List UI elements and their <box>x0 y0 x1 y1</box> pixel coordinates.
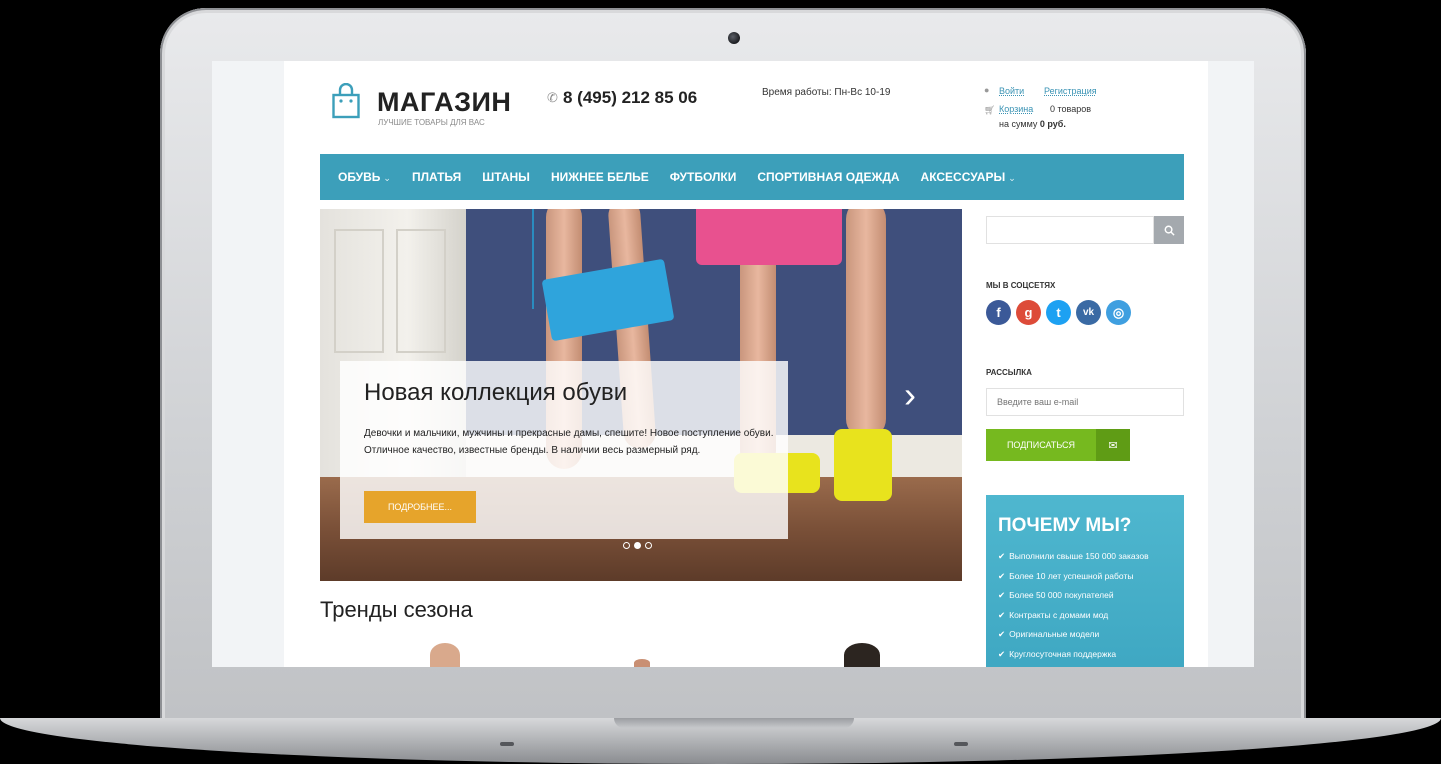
check-icon: ✔ <box>998 570 1006 581</box>
search-button[interactable] <box>1154 216 1184 244</box>
product-image[interactable] <box>634 659 650 667</box>
nav-item-label: СПОРТИВНАЯ ОДЕЖДА <box>757 170 900 184</box>
laptop-foot <box>500 742 514 746</box>
check-icon: ✔ <box>998 590 1006 601</box>
why-us-item: Круглосуточная поддержка <box>1009 648 1117 659</box>
list-item: ✔ Более 10 лет успешной работы <box>998 567 1149 587</box>
why-us-list: ✔ Выполнили свыше 150 000 заказов ✔ Более … <box>998 547 1149 665</box>
nav-item-label: ФУТБОЛКИ <box>669 170 737 184</box>
chevron-right-icon[interactable]: › <box>904 377 916 413</box>
why-us-item: Оригинальные модели <box>1009 629 1100 640</box>
search-icon <box>1164 225 1175 236</box>
camera-icon <box>728 32 740 44</box>
why-us-item: Более 10 лет успешной работы <box>1009 570 1134 581</box>
slide-image-pink-bag <box>696 209 842 265</box>
phone-number: 8 (495) 212 85 06 <box>563 88 698 107</box>
why-us-box: ПОЧЕМУ МЫ? ✔ Выполнили свыше 150 000 зака… <box>986 495 1184 667</box>
nav-item-pants[interactable]: ШТАНЫ <box>482 170 530 184</box>
slide-caption: Новая коллекция обуви Девочки и мальчики… <box>340 361 788 539</box>
check-icon: ✔ <box>998 648 1006 659</box>
nav-item-label: НИЖНЕЕ БЕЛЬЕ <box>550 170 649 184</box>
nav-item-dresses[interactable]: ПЛАТЬЯ <box>412 170 461 184</box>
laptop-foot <box>954 742 968 746</box>
slide-image-strap <box>532 209 534 309</box>
logo-subtitle: ЛУЧШИЕ ТОВАРЫ ДЛЯ ВАС <box>378 118 485 127</box>
twitter-icon[interactable]: t <box>1046 300 1071 325</box>
why-us-item: Более 50 000 покупателей <box>1009 590 1114 601</box>
list-item: ✔ Выполнили свыше 150 000 заказов <box>998 547 1149 567</box>
trends-title: Тренды сезона <box>320 597 473 622</box>
slider-dots <box>623 542 652 549</box>
slide-title: Новая коллекция обуви <box>364 379 628 406</box>
social-heading: МЫ В СОЦСЕТЯХ <box>986 281 1056 290</box>
login-link[interactable]: Войти <box>999 86 1024 96</box>
chevron-down-icon: ⌄ <box>383 173 391 183</box>
nav-item-accessories[interactable]: АКСЕССУАРЫ ⌄ <box>921 170 1016 184</box>
why-us-item: Контракты с домами мод <box>1009 609 1109 620</box>
cart-sum-value: 0 руб. <box>1039 119 1066 129</box>
slider-dot-active[interactable] <box>634 542 641 549</box>
list-item: ✔ Более 50 000 покупателей <box>998 586 1149 606</box>
more-button[interactable]: ПОДРОБНЕЕ... <box>364 491 476 523</box>
cart-sum: на сумму 0 руб. <box>999 119 1066 129</box>
slide-image-shoe <box>834 429 892 501</box>
user-icon: ● <box>984 85 990 95</box>
nav-item-tshirts[interactable]: ФУТБОЛКИ <box>670 170 737 184</box>
vk-icon[interactable]: vk <box>1076 300 1101 325</box>
facebook-icon[interactable]: f <box>986 300 1011 325</box>
check-icon: ✔ <box>998 629 1006 640</box>
search-input[interactable] <box>986 216 1154 244</box>
slider-dot[interactable] <box>645 542 652 549</box>
email-field[interactable] <box>986 388 1184 416</box>
subscribe-button[interactable]: ПОДПИСАТЬСЯ ✉ <box>986 429 1130 461</box>
envelope-icon: ✉ <box>1096 429 1130 461</box>
newsletter-heading: РАССЫЛКА <box>986 368 1032 377</box>
subscribe-label: ПОДПИСАТЬСЯ <box>1006 440 1076 450</box>
list-item: ✔ Оригинальные модели <box>998 625 1149 645</box>
phone-icon: ✆ <box>547 90 558 105</box>
google-plus-icon[interactable]: g <box>1016 300 1041 325</box>
hero-slider[interactable]: Новая коллекция обуви Девочки и мальчики… <box>320 209 962 581</box>
list-item: ✔ Контракты с домами мод <box>998 606 1149 626</box>
working-hours: Время работы: Пн-Вс 10-19 <box>762 87 891 98</box>
register-link[interactable]: Регистрация <box>1044 86 1097 96</box>
product-image[interactable] <box>430 643 460 667</box>
nav-item-label: ПЛАТЬЯ <box>411 170 462 184</box>
web-page: МАГАЗИН ЛУЧШИЕ ТОВАРЫ ДЛЯ ВАС ✆ 8 (495) … <box>284 61 1208 667</box>
laptop-notch <box>614 718 854 728</box>
logo-title[interactable]: МАГАЗИН <box>377 87 511 118</box>
nav-item-underwear[interactable]: НИЖНЕЕ БЕЛЬЕ <box>551 170 649 184</box>
nav-item-shoes[interactable]: ОБУВЬ ⌄ <box>338 170 391 184</box>
cart-count: 0 товаров <box>1050 104 1092 114</box>
why-us-item: Выполнили свыше 150 000 заказов <box>1009 551 1149 561</box>
browser-screen: МАГАЗИН ЛУЧШИЕ ТОВАРЫ ДЛЯ ВАС ✆ 8 (495) … <box>212 61 1254 667</box>
slide-text: Девочки и мальчики, мужчины и прекрасные… <box>364 428 774 456</box>
check-icon: ✔ <box>998 609 1006 620</box>
shopping-bag-icon <box>332 83 360 119</box>
slide-image-leg <box>846 209 886 439</box>
nav-item-sportswear[interactable]: СПОРТИВНАЯ ОДЕЖДА <box>757 170 899 184</box>
list-item: ✔ Круглосуточная поддержка <box>998 645 1149 665</box>
main-nav: ОБУВЬ ⌄ ПЛАТЬЯ ШТАНЫ НИЖНЕЕ БЕЛЬЕ ФУТБОЛК… <box>320 154 1184 200</box>
instagram-icon[interactable]: ◎ <box>1106 300 1131 325</box>
nav-item-label: АКСЕССУАРЫ <box>920 170 1006 184</box>
chevron-down-icon: ⌄ <box>1008 173 1016 183</box>
product-image[interactable] <box>844 643 880 667</box>
why-us-title: ПОЧЕМУ МЫ? <box>998 515 1132 536</box>
cart-icon: 🛒︎ <box>984 105 996 115</box>
nav-item-label: ШТАНЫ <box>482 170 530 184</box>
cart-sum-prefix: на сумму <box>999 119 1038 129</box>
check-icon: ✔ <box>998 551 1006 561</box>
cart-link[interactable]: Корзина <box>999 104 1033 114</box>
nav-item-label: ОБУВЬ <box>338 170 381 184</box>
slider-dot[interactable] <box>623 542 630 549</box>
